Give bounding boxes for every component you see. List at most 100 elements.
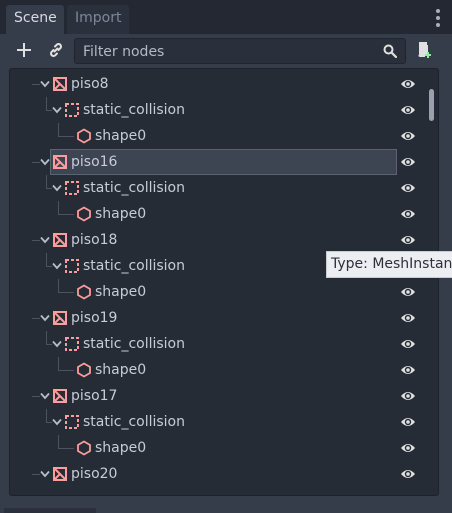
- node-label: shape0: [95, 284, 147, 300]
- node-label: shape0: [95, 440, 147, 456]
- chevron-down-icon[interactable]: [40, 392, 50, 400]
- visibility-eye-icon[interactable]: [400, 285, 416, 299]
- visibility-eye-icon[interactable]: [400, 129, 416, 143]
- tree-row[interactable]: static_collision: [10, 97, 430, 123]
- scrollbar-track[interactable]: [428, 75, 434, 487]
- visibility-eye-icon[interactable]: [400, 181, 416, 195]
- chevron-down-icon[interactable]: [40, 314, 50, 322]
- chevron-down-icon[interactable]: [52, 106, 62, 114]
- tab-bar: Scene Import: [0, 0, 452, 34]
- visibility-eye-icon[interactable]: [400, 103, 416, 117]
- node-label: piso19: [71, 310, 118, 326]
- node-label: piso8: [71, 76, 109, 92]
- node-label: static_collision: [83, 258, 185, 274]
- visibility-eye-icon[interactable]: [400, 363, 416, 377]
- tree-connector: [46, 253, 47, 266]
- chevron-down-icon[interactable]: [52, 340, 62, 348]
- chevron-down-icon[interactable]: [40, 158, 50, 166]
- tree-connector: [32, 396, 40, 397]
- tree-connector: [58, 292, 74, 293]
- node-label: shape0: [95, 206, 147, 222]
- tree-connector: [32, 162, 40, 163]
- node-label: piso18: [71, 232, 118, 248]
- static-body-icon: [65, 415, 79, 429]
- scene-toolbar: [0, 34, 452, 68]
- chevron-down-icon[interactable]: [40, 470, 50, 478]
- search-icon: [383, 44, 397, 58]
- tree-connector: [46, 175, 47, 188]
- attach-script-button[interactable]: [412, 38, 436, 62]
- tree-row[interactable]: shape0: [10, 435, 430, 461]
- link-icon: [50, 43, 62, 57]
- filter-nodes-field[interactable]: [74, 38, 406, 64]
- tree-connector: [58, 123, 59, 136]
- chevron-down-icon[interactable]: [52, 418, 62, 426]
- tree-row[interactable]: static_collision: [10, 175, 430, 201]
- collision-shape-icon: [77, 128, 91, 144]
- chevron-down-icon[interactable]: [52, 262, 62, 270]
- tree-connector: [46, 331, 47, 344]
- tab-scene[interactable]: Scene: [6, 5, 64, 34]
- chevron-down-icon[interactable]: [40, 80, 50, 88]
- visibility-eye-icon[interactable]: [400, 415, 416, 429]
- tab-import[interactable]: Import: [67, 5, 129, 34]
- node-label: shape0: [95, 128, 147, 144]
- tree-row[interactable]: shape0: [10, 123, 430, 149]
- tree-row[interactable]: piso16: [10, 149, 430, 175]
- node-label: static_collision: [83, 180, 185, 196]
- node-label: piso16: [71, 154, 118, 170]
- static-body-icon: [65, 337, 79, 351]
- tree-row[interactable]: piso8: [10, 71, 430, 97]
- mesh-instance-icon: [53, 233, 67, 247]
- node-label: piso17: [71, 388, 118, 404]
- attach-script-icon: [418, 42, 431, 58]
- tree-row[interactable]: shape0: [10, 279, 430, 305]
- tree-connector: [58, 357, 59, 370]
- tree-row[interactable]: piso19: [10, 305, 430, 331]
- visibility-eye-icon[interactable]: [400, 311, 416, 325]
- tree-connector: [58, 435, 59, 448]
- filter-nodes-input[interactable]: [81, 42, 375, 62]
- tree-connector: [46, 97, 47, 110]
- visibility-eye-icon[interactable]: [400, 441, 416, 455]
- tree-row[interactable]: shape0: [10, 357, 430, 383]
- visibility-eye-icon[interactable]: [400, 77, 416, 91]
- tree-row[interactable]: static_collision: [10, 331, 430, 357]
- scrollbar-thumb[interactable]: [429, 89, 434, 121]
- tree-row[interactable]: static_collision: [10, 409, 430, 435]
- mesh-instance-icon: [53, 311, 67, 325]
- visibility-eye-icon[interactable]: [400, 389, 416, 403]
- node-label: static_collision: [83, 414, 185, 430]
- node-label: static_collision: [83, 336, 185, 352]
- collision-shape-icon: [77, 206, 91, 222]
- bottom-tab[interactable]: [4, 508, 96, 513]
- tree-row[interactable]: piso18: [10, 227, 430, 253]
- tree-row[interactable]: piso20: [10, 461, 430, 487]
- visibility-eye-icon[interactable]: [400, 467, 416, 481]
- static-body-icon: [65, 259, 79, 273]
- tree-connector: [46, 409, 47, 422]
- visibility-eye-icon[interactable]: [400, 233, 416, 247]
- node-type-tooltip: Type: MeshInstance: [326, 251, 452, 278]
- chevron-down-icon[interactable]: [52, 184, 62, 192]
- mesh-instance-icon: [53, 77, 67, 91]
- instance-scene-button[interactable]: [44, 38, 68, 62]
- mesh-instance-icon: [53, 389, 67, 403]
- visibility-eye-icon[interactable]: [400, 155, 416, 169]
- visibility-eye-icon[interactable]: [400, 337, 416, 351]
- chevron-down-icon[interactable]: [40, 236, 50, 244]
- node-label: static_collision: [83, 102, 185, 118]
- tree-connector: [58, 279, 59, 292]
- more-options-icon[interactable]: [436, 9, 440, 27]
- tree-connector: [58, 201, 59, 214]
- tree-connector: [58, 214, 74, 215]
- collision-shape-icon: [77, 362, 91, 378]
- tree-connector: [32, 240, 40, 241]
- tree-row[interactable]: shape0: [10, 201, 430, 227]
- tree-connector: [32, 474, 40, 475]
- tree-row[interactable]: piso17: [10, 383, 430, 409]
- add-node-button[interactable]: [12, 38, 36, 62]
- scene-tree[interactable]: piso8 static_collision shape0 piso16 static_…: [9, 68, 439, 496]
- static-body-icon: [65, 181, 79, 195]
- visibility-eye-icon[interactable]: [400, 207, 416, 221]
